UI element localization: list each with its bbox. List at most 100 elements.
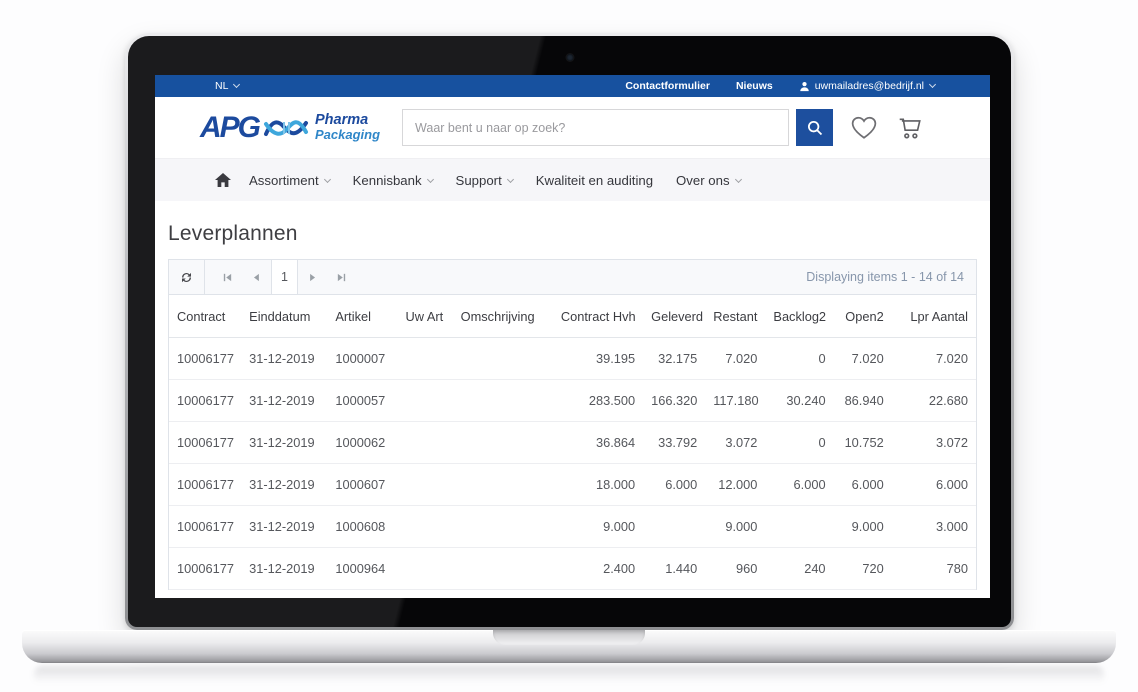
table-cell: 30.240 xyxy=(765,380,833,422)
chevron-down-icon xyxy=(735,175,742,182)
table-body: 1000617731-12-2019100000739.19532.1757.0… xyxy=(169,338,976,590)
nav-item-label: Support xyxy=(456,173,502,188)
contact-form-link[interactable]: Contactformulier xyxy=(625,80,710,92)
column-header-omschrijving[interactable]: Omschrijving xyxy=(453,295,553,338)
nav-item-kennisbank[interactable]: Kennisbank xyxy=(353,173,433,188)
table-cell: 3.072 xyxy=(892,422,976,464)
table-cell xyxy=(453,422,553,464)
column-header-lpr-aantal[interactable]: Lpr Aantal xyxy=(892,295,976,338)
search-input[interactable] xyxy=(402,109,789,146)
language-label: NL xyxy=(215,80,228,92)
table-cell: 32.175 xyxy=(643,338,705,380)
search-icon xyxy=(806,119,824,137)
table-row[interactable]: 1000617731-12-2019100006236.86433.7923.0… xyxy=(169,422,976,464)
table-cell: 31-12-2019 xyxy=(241,380,327,422)
table-cell: 10006177 xyxy=(169,380,241,422)
nav-item-support[interactable]: Support xyxy=(456,173,513,188)
grid-status-text: Displaying items 1 - 14 of 14 xyxy=(806,260,976,294)
pager-first-button[interactable] xyxy=(213,260,242,294)
table-cell xyxy=(643,506,705,548)
nav-item-kwaliteit-en-auditing[interactable]: Kwaliteit en auditing xyxy=(536,173,653,188)
wishlist-button[interactable] xyxy=(851,116,877,140)
table-row[interactable]: 1000617731-12-201910006089.0009.0009.000… xyxy=(169,506,976,548)
refresh-icon xyxy=(179,270,194,285)
table-cell: 31-12-2019 xyxy=(241,338,327,380)
heart-icon xyxy=(851,116,877,140)
table-row[interactable]: 1000617731-12-20191000057283.500166.3201… xyxy=(169,380,976,422)
search-bar xyxy=(402,109,833,146)
pager: 1 xyxy=(213,260,356,294)
column-header-einddatum[interactable]: Einddatum xyxy=(241,295,327,338)
table-cell: 7.020 xyxy=(705,338,765,380)
next-page-icon xyxy=(307,272,318,283)
cart-button[interactable] xyxy=(897,116,923,140)
column-header-contract-hvh[interactable]: Contract Hvh xyxy=(553,295,643,338)
search-button[interactable] xyxy=(796,109,833,146)
language-selector[interactable]: NL xyxy=(215,80,239,92)
leverplannen-grid: 1 xyxy=(168,259,977,590)
table-cell: 780 xyxy=(892,548,976,590)
table-cell: 31-12-2019 xyxy=(241,422,327,464)
table-cell xyxy=(398,338,453,380)
main-navigation: Assortiment Kennisbank Support Kwaliteit… xyxy=(155,158,990,201)
table-cell: 22.680 xyxy=(892,380,976,422)
table-cell: 9.000 xyxy=(705,506,765,548)
table-cell: 720 xyxy=(834,548,892,590)
pager-last-button[interactable] xyxy=(327,260,356,294)
column-header-artikel[interactable]: Artikel xyxy=(327,295,397,338)
table-cell xyxy=(398,548,453,590)
column-header-contract[interactable]: Contract xyxy=(169,295,241,338)
pager-current-page[interactable]: 1 xyxy=(271,260,298,294)
table-cell: 31-12-2019 xyxy=(241,464,327,506)
news-link[interactable]: Nieuws xyxy=(736,80,773,92)
column-header-restant[interactable]: Restant xyxy=(705,295,765,338)
table-row[interactable]: 1000617731-12-2019100000739.19532.1757.0… xyxy=(169,338,976,380)
top-utility-bar: NL Contactformulier Nieuws uwmailadres@b… xyxy=(155,75,990,97)
table-cell: 7.020 xyxy=(892,338,976,380)
table-cell: 283.500 xyxy=(553,380,643,422)
browser-viewport: NL Contactformulier Nieuws uwmailadres@b… xyxy=(155,75,990,598)
nav-item-assortiment[interactable]: Assortiment xyxy=(249,173,330,188)
nav-item-label: Assortiment xyxy=(249,173,319,188)
logo-wordmark: APG xyxy=(200,113,259,143)
nav-item-over-ons[interactable]: Over ons xyxy=(676,173,741,188)
table-cell: 36.864 xyxy=(553,422,643,464)
account-menu[interactable]: uwmailadres@bedrijf.nl xyxy=(799,80,935,92)
table-cell: 3.000 xyxy=(892,506,976,548)
table-cell: 31-12-2019 xyxy=(241,506,327,548)
table-cell: 6.000 xyxy=(643,464,705,506)
table-cell: 1000057 xyxy=(327,380,397,422)
table-cell: 10006177 xyxy=(169,338,241,380)
table-cell: 9.000 xyxy=(834,506,892,548)
table-cell: 18.000 xyxy=(553,464,643,506)
table-cell xyxy=(453,464,553,506)
nav-item-label: Kwaliteit en auditing xyxy=(536,173,653,188)
column-header-uw-art[interactable]: Uw Art xyxy=(398,295,453,338)
table-cell: 12.000 xyxy=(705,464,765,506)
table-cell: 7.020 xyxy=(834,338,892,380)
nav-home[interactable] xyxy=(215,173,231,187)
shopping-cart-icon xyxy=(897,116,923,140)
pager-previous-button[interactable] xyxy=(242,260,271,294)
company-logo[interactable]: APG Pharma Packaging xyxy=(200,113,380,143)
table-row[interactable]: 1000617731-12-2019100060718.0006.00012.0… xyxy=(169,464,976,506)
logo-tagline: Pharma Packaging xyxy=(315,113,380,141)
table-row[interactable]: 1000617731-12-201910009642.4001.44096024… xyxy=(169,548,976,590)
column-header-geleverd[interactable]: Geleverd xyxy=(643,295,705,338)
table-cell: 1.440 xyxy=(643,548,705,590)
home-icon xyxy=(215,173,231,187)
pager-next-button[interactable] xyxy=(298,260,327,294)
refresh-button[interactable] xyxy=(169,260,205,294)
nav-item-label: Over ons xyxy=(676,173,730,188)
column-header-open2[interactable]: Open2 xyxy=(834,295,892,338)
table-cell: 960 xyxy=(705,548,765,590)
table-cell xyxy=(453,338,553,380)
logo-tagline-top: Pharma xyxy=(315,113,380,128)
column-header-backlog2[interactable]: Backlog2 xyxy=(765,295,833,338)
table-cell: 0 xyxy=(765,422,833,464)
dna-helix-icon xyxy=(263,113,309,143)
toolbar-spacer xyxy=(356,260,806,294)
laptop-bezel: NL Contactformulier Nieuws uwmailadres@b… xyxy=(128,36,1011,627)
table-cell: 1000607 xyxy=(327,464,397,506)
chevron-down-icon xyxy=(427,175,434,182)
